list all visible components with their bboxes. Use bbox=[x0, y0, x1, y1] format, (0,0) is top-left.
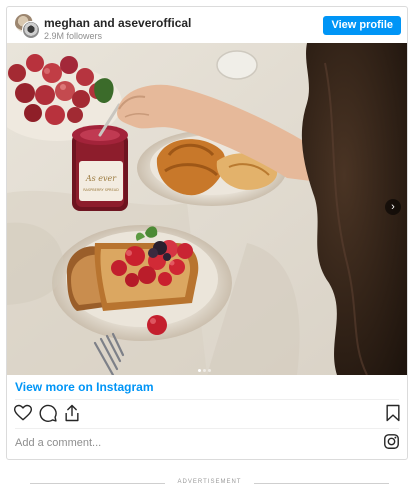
food-photo: As ever RASPBERRY SPREAD bbox=[7, 43, 407, 375]
avatar-secondary bbox=[22, 21, 40, 39]
account-name[interactable]: meghan and aseveroffical bbox=[44, 16, 191, 30]
jam-jar: As ever RASPBERRY SPREAD bbox=[72, 125, 128, 211]
advertisement-divider: ADVERTISEMENT bbox=[0, 479, 419, 486]
carousel-next-button[interactable]: › bbox=[385, 199, 401, 215]
account-avatars[interactable] bbox=[14, 13, 40, 39]
advertisement-label: ADVERTISEMENT bbox=[177, 479, 242, 485]
jar-label-sub: RASPBERRY SPREAD bbox=[83, 188, 119, 192]
share-icon[interactable] bbox=[62, 403, 82, 423]
comment-icon[interactable] bbox=[38, 403, 58, 423]
post-header: meghan and aseveroffical 2.9M followers … bbox=[7, 7, 407, 43]
divider bbox=[15, 399, 399, 400]
action-bar bbox=[7, 403, 407, 425]
carousel-dot bbox=[203, 369, 206, 372]
chevron-right-icon: › bbox=[391, 201, 395, 213]
view-more-link[interactable]: View more on Instagram bbox=[15, 380, 154, 394]
view-profile-button[interactable]: View profile bbox=[323, 16, 401, 35]
post-image[interactable]: As ever RASPBERRY SPREAD › bbox=[7, 43, 407, 375]
follower-count: 2.9M followers bbox=[44, 31, 103, 41]
carousel-indicator bbox=[197, 359, 212, 372]
jar-label-script: As ever bbox=[85, 174, 117, 183]
carousel-dot bbox=[208, 369, 211, 372]
instagram-logo-icon[interactable] bbox=[383, 433, 400, 450]
add-comment-field[interactable]: Add a comment... bbox=[15, 437, 101, 449]
bookmark-icon[interactable] bbox=[383, 403, 403, 423]
carousel-dot bbox=[198, 369, 201, 372]
divider bbox=[15, 428, 399, 429]
heart-icon[interactable] bbox=[13, 403, 33, 423]
instagram-embed: meghan and aseveroffical 2.9M followers … bbox=[6, 6, 408, 460]
